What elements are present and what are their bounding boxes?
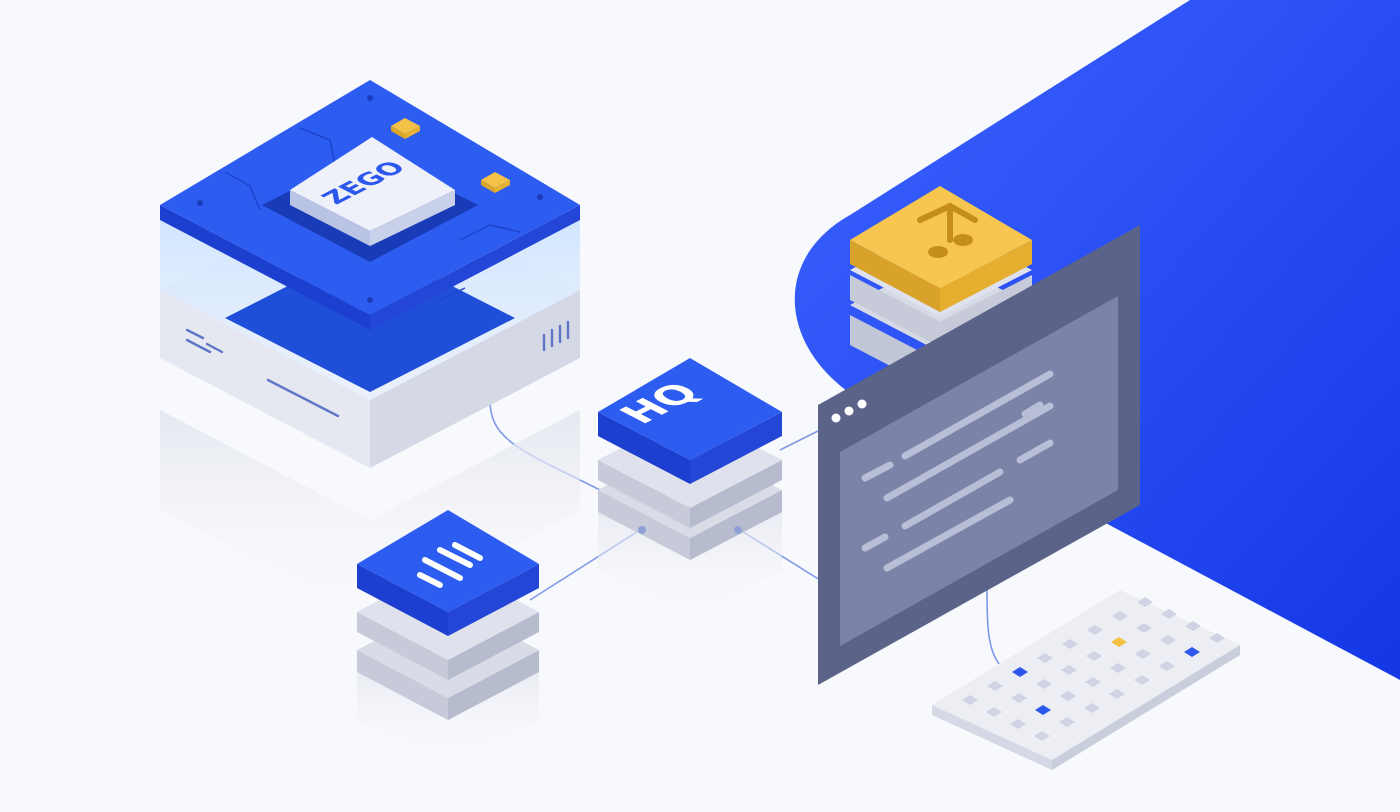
keyboard (932, 590, 1240, 770)
server-box: ZEGO (160, 80, 580, 620)
equalizer-tile-stack (357, 510, 539, 765)
isometric-illustration: ZEGO HQ (160, 0, 1400, 770)
hq-tile-stack: HQ (598, 358, 782, 620)
